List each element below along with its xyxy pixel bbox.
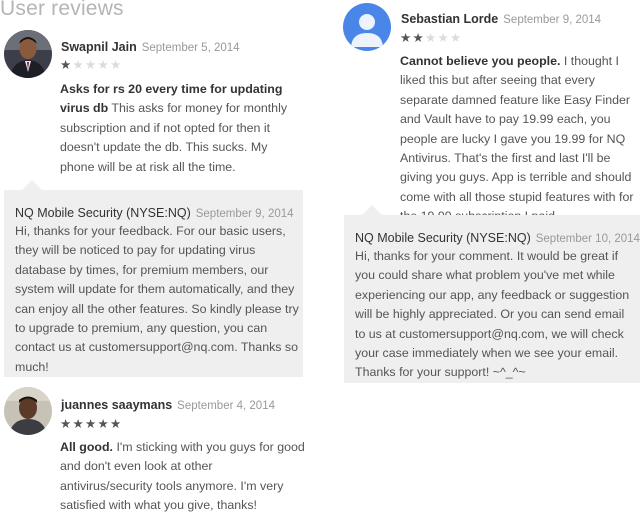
- reply-text: Hi, thanks for your feedback. For our ba…: [15, 224, 299, 374]
- star-rating: ★★★★★: [400, 29, 463, 45]
- star-icon: ★: [110, 58, 122, 72]
- star-icon: ★: [412, 31, 424, 45]
- review-title: Cannot believe you people.: [400, 54, 561, 68]
- reply-date: September 10, 2014: [535, 233, 640, 245]
- review-date: September 5, 2014: [141, 42, 240, 54]
- review-body: Cannot believe you people. I thought I l…: [400, 52, 640, 227]
- avatar-photo: [4, 30, 52, 78]
- star-icon: ★: [97, 58, 109, 72]
- review-title: All good.: [60, 440, 113, 454]
- star-icon: ★: [72, 58, 84, 72]
- review-body: All good. I'm sticking with you guys for…: [60, 438, 306, 516]
- star-rating: ★★★★★: [60, 415, 123, 431]
- avatar[interactable]: [343, 3, 391, 51]
- avatar-photo: [4, 387, 52, 435]
- reply-author: NQ Mobile Security (NYSE:NQ): [355, 231, 531, 245]
- reply-text: Hi, thanks for your comment. It would be…: [355, 249, 630, 380]
- star-icon: ★: [400, 31, 412, 45]
- avatar[interactable]: [4, 30, 52, 78]
- star-icon: ★: [425, 31, 437, 45]
- star-icon: ★: [60, 417, 72, 431]
- review-body: Asks for rs 20 every time for updating v…: [60, 80, 304, 177]
- star-icon: ★: [85, 58, 97, 72]
- review-author[interactable]: juannes saaymans: [61, 398, 172, 412]
- star-icon: ★: [60, 58, 72, 72]
- reply-date: September 9, 2014: [195, 208, 294, 220]
- review-text: I thought I liked this but after seeing …: [400, 54, 634, 223]
- star-icon: ★: [437, 31, 449, 45]
- star-rating: ★★★★★: [60, 56, 123, 72]
- review-author[interactable]: Swapnil Jain: [61, 40, 137, 54]
- person-icon: [343, 3, 391, 51]
- review-author[interactable]: Sebastian Lorde: [401, 12, 498, 26]
- star-icon: ★: [72, 417, 84, 431]
- star-icon: ★: [85, 417, 97, 431]
- developer-reply: NQ Mobile Security (NYSE:NQ) September 9,…: [4, 180, 303, 377]
- review-date: September 4, 2014: [177, 400, 275, 412]
- avatar[interactable]: [4, 387, 52, 435]
- reviews-heading: User reviews: [0, 0, 124, 20]
- star-icon: ★: [97, 417, 109, 431]
- star-icon: ★: [110, 417, 122, 431]
- review-date: September 9, 2014: [503, 14, 602, 26]
- star-icon: ★: [450, 31, 462, 45]
- developer-reply: NQ Mobile Security (NYSE:NQ) September 10…: [344, 205, 640, 383]
- reply-author: NQ Mobile Security (NYSE:NQ): [15, 206, 191, 220]
